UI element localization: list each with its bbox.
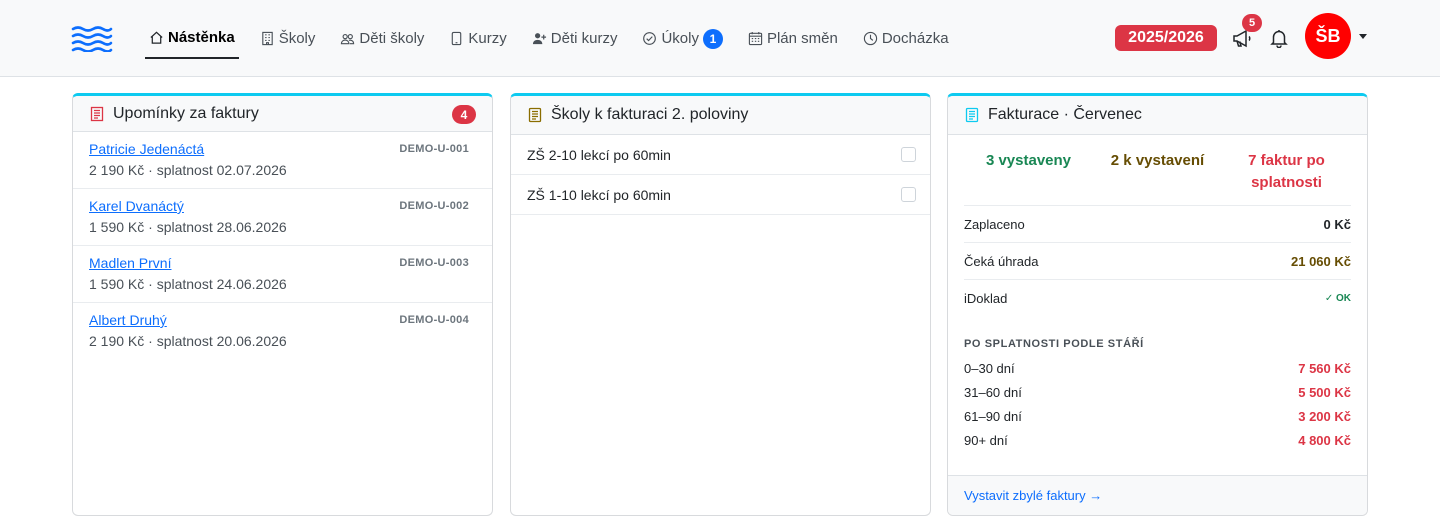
pending-label: Čeká úhrada [964,253,1039,269]
list-item: Albert Druhý DEMO-U-004 2 190 Kč · splat… [73,303,492,360]
announcements-count-badge: 5 [1242,14,1262,32]
nav-item-label: Úkoly [661,30,699,47]
nav-item-label: Nástěnka [168,29,235,46]
reminder-detail: 2 190 Kč · splatnost 20.06.2026 [89,333,287,349]
waves-logo-icon[interactable] [71,26,113,52]
reminder-name-link[interactable]: Madlen První [89,255,171,273]
tasks-count-badge: 1 [702,28,723,49]
reminder-code: DEMO-U-004 [399,314,469,326]
aging-label: 90+ dní [964,432,1008,448]
aging-section-label: PO SPLATNOSTI PODLE STÁŘÍ [964,338,1144,350]
aging-label: 61–90 dní [964,408,1022,424]
nav-item-label: Děti školy [359,30,425,47]
aging-row: 61–90 dní 3 200 Kč [964,404,1351,428]
school-label: ZŠ 2-10 lekcí po 60min [527,146,671,163]
nav-item-deti-skoly[interactable]: Děti školy [336,18,428,59]
reminder-name-link[interactable]: Karel Dvanáctý [89,198,184,216]
list-item: Madlen První DEMO-U-003 1 590 Kč · splat… [73,246,492,303]
aging-row: 90+ dní 4 800 Kč [964,428,1351,452]
nav-item-deti-kurzy[interactable]: Děti kurzy [528,18,622,59]
reminder-detail: 2 190 Kč · splatnost 02.07.2026 [89,162,287,178]
card-header: Upomínky za faktury 4 [73,96,492,132]
billing-stats: 3 vystaveny 2 k vystavení 7 faktur po sp… [964,135,1351,206]
issued-stat: 3 vystaveny [985,152,1072,169]
tablet-icon [449,31,464,46]
aging-value: 3 200 Kč [1298,408,1351,424]
reminder-detail: 1 590 Kč · splatnost 24.06.2026 [89,276,287,292]
paid-row: Zaplaceno 0 Kč [964,206,1351,243]
clock-icon [863,31,878,46]
aging-row: 31–60 dní 5 500 Kč [964,380,1351,404]
bell-icon[interactable] [1269,28,1289,48]
caret-down-icon[interactable] [1359,34,1367,39]
pending-value: 21 060 Kč [1291,253,1351,269]
pending-row: Čeká úhrada 21 060 Kč [964,243,1351,280]
nav-item-dochazka[interactable]: Docházka [859,18,953,59]
nav-item-label: Děti kurzy [550,30,618,47]
reminder-code: DEMO-U-003 [399,257,469,269]
nav-item-ukoly[interactable]: Úkoly 1 [638,18,727,59]
paid-label: Zaplaceno [964,216,1025,232]
nav-item-label: Plán směn [766,30,838,47]
building-icon [260,31,275,46]
schools-billing-card: Školy k fakturaci 2. poloviny ZŠ 2-10 le… [510,93,931,516]
reminder-code: DEMO-U-002 [399,200,469,212]
overdue-stat: 7 faktur po splatnosti [1222,150,1351,205]
list-item: ZŠ 2-10 lekcí po 60min [511,135,930,175]
reminder-detail: 1 590 Kč · splatnost 28.06.2026 [89,219,287,235]
reminders-count-badge: 4 [452,105,476,124]
idoklad-status: ✓ OK [1324,293,1351,304]
school-checkbox[interactable] [901,147,916,162]
calendar-icon [748,31,763,46]
card-header: Školy k fakturaci 2. poloviny [511,96,930,135]
user-avatar[interactable]: ŠB [1305,13,1351,59]
issue-remaining-invoices-link[interactable]: Vystavit zbylé faktury → [964,488,1102,503]
aging-row: 0–30 dní 7 560 Kč [964,356,1351,380]
nav-item-kurzy[interactable]: Kurzy [445,18,510,59]
list-item: ZŠ 1-10 lekcí po 60min [511,175,930,215]
reminder-name-link[interactable]: Albert Druhý [89,312,167,330]
nav-item-label: Kurzy [468,30,507,47]
card-title: Fakturace · Červenec [988,106,1142,123]
aging-label: 31–60 dní [964,384,1022,400]
aging-value: 4 800 Kč [1298,432,1351,448]
card-title: Školy k fakturaci 2. poloviny [551,106,749,123]
school-checkbox[interactable] [901,187,916,202]
document-icon [964,107,980,123]
aging-value: 5 500 Kč [1298,384,1351,400]
receipt-icon [89,106,105,122]
top-navbar: Nástěnka Školy Děti školy Kurzy Děti kur… [0,0,1440,77]
nav-item-label: Školy [278,30,316,47]
reminder-name-link[interactable]: Patricie Jedenáctá [89,141,204,159]
invoice-reminders-card: Upomínky za faktury 4 Patricie Jedenáctá… [72,93,493,516]
nav-item-skoly[interactable]: Školy [256,18,320,59]
aging-label: 0–30 dní [964,360,1015,376]
overdue-stat-line1: 7 faktur po [1248,152,1325,169]
overdue-stat-line2: splatnosti [1251,174,1322,191]
check-circle-icon [642,31,657,46]
list-icon [527,107,543,123]
main-nav: Nástěnka Školy Děti školy Kurzy Děti kur… [145,18,970,59]
house-icon [149,30,164,45]
card-footer: Vystavit zbylé faktury → [948,475,1367,515]
school-label: ZŠ 1-10 lekcí po 60min [527,186,671,203]
school-year-badge[interactable]: 2025/2026 [1115,25,1217,51]
list-item: Karel Dvanáctý DEMO-U-002 1 590 Kč · spl… [73,189,492,246]
people-icon [340,31,355,46]
card-header: Fakturace · Červenec [948,96,1367,135]
nav-item-plan-smen[interactable]: Plán směn [744,18,842,59]
reminder-code: DEMO-U-001 [399,143,469,155]
billing-month-card: Fakturace · Červenec 3 vystaveny 2 k vys… [947,93,1368,516]
idoklad-row: iDoklad ✓ OK [964,280,1351,317]
aging-value: 7 560 Kč [1298,360,1351,376]
card-title: Upomínky za faktury [113,104,259,122]
to-issue-stat: 2 k vystavení [1110,152,1205,169]
idoklad-label: iDoklad [964,291,1008,306]
person-plus-icon [532,31,547,46]
nav-item-nastenka[interactable]: Nástěnka [145,18,239,59]
list-item: Patricie Jedenáctá DEMO-U-001 2 190 Kč ·… [73,132,492,189]
paid-value: 0 Kč [1323,216,1351,232]
nav-item-label: Docházka [881,30,949,47]
